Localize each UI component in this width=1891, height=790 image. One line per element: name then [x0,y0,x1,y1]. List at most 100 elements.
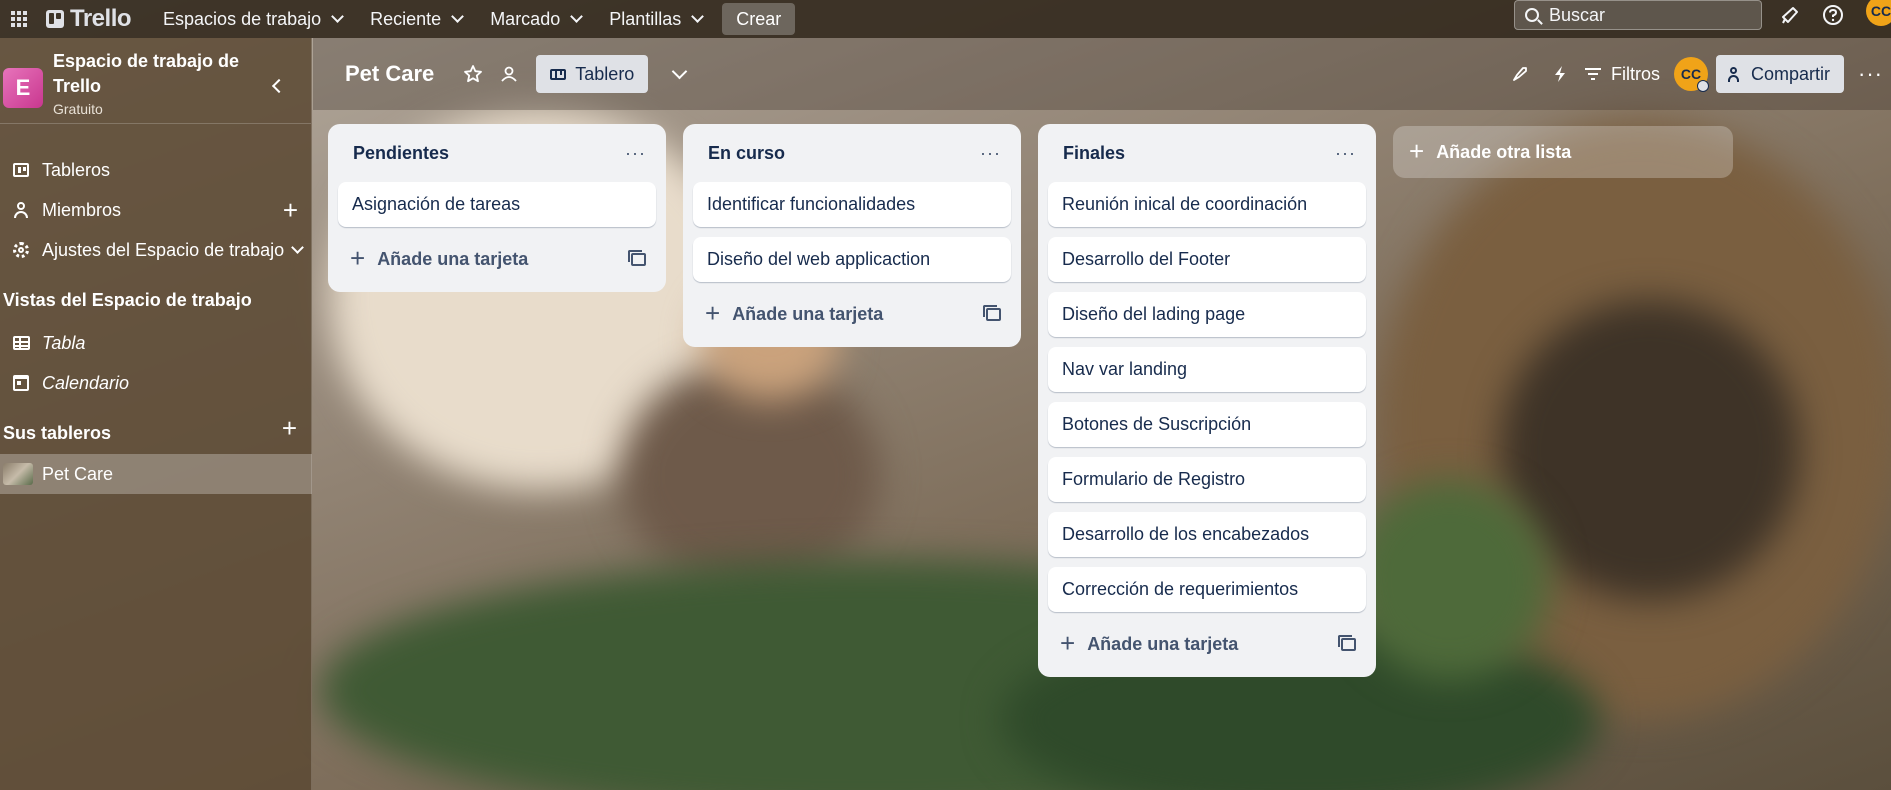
board-view-label: Tablero [575,63,635,84]
nav-templates[interactable]: Plantillas [595,3,716,35]
board-view-icon [550,68,567,80]
logo-text: Trello [70,5,132,32]
person-icon [13,202,29,218]
view-switcher-chevron-icon[interactable] [672,63,688,79]
workspace-name[interactable]: Espacio de trabajo de Trello [53,49,243,99]
board-menu-more-icon[interactable]: ··· [1858,61,1883,87]
sidebar-item-settings[interactable]: Ajustes del Espacio de trabajo [0,233,312,267]
card[interactable]: Identificar funcionalidades [693,182,1011,227]
gear-icon [13,242,29,258]
rocket-icon [1513,67,1527,81]
list-pendientes: Pendientes ··· Asignación de tareas + Añ… [328,124,666,292]
sidebar-item-label: Tabla [42,332,86,353]
filter-icon [1585,68,1601,80]
calendar-icon [13,375,29,391]
card[interactable]: Reunión inical de coordinación [1048,182,1366,227]
card-template-icon[interactable] [628,250,646,266]
sidebar-item-calendar-view[interactable]: Calendario [0,366,312,400]
share-label: Compartir [1751,63,1831,84]
card-template-icon[interactable] [1338,635,1356,651]
card[interactable]: Diseño del web applicaction [693,237,1011,282]
visibility-button[interactable] [492,57,526,91]
sidebar-item-members[interactable]: Miembros + [0,193,312,227]
chevron-down-icon [291,240,305,254]
list-title[interactable]: Pendientes [353,143,449,164]
nav-starred-label: Marcado [490,8,561,29]
star-board-button[interactable] [456,57,490,91]
nav-workspaces[interactable]: Espacios de trabajo [149,3,356,35]
sidebar-item-label: Ajustes del Espacio de trabajo [42,239,285,260]
trello-mark-icon [46,10,64,28]
card[interactable]: Desarrollo del Footer [1048,237,1366,282]
nav-workspaces-label: Espacios de trabajo [163,8,322,29]
grid-icon [11,11,27,27]
workspace-avatar[interactable]: E [3,68,43,108]
add-another-list-button[interactable]: + Añade otra lista [1393,126,1733,178]
nav-templates-label: Plantillas [609,8,682,29]
chevron-down-icon [691,10,705,23]
card[interactable]: Nav var landing [1048,347,1366,392]
account-avatar[interactable]: CC [1866,0,1891,26]
help-button[interactable] [1818,0,1848,30]
list-actions-more-icon[interactable]: ··· [625,143,646,164]
plus-icon: + [1409,135,1425,166]
add-card-row: + Añade una tarjeta [693,292,1011,337]
card[interactable]: Asignación de tareas [338,182,656,227]
add-card-button[interactable]: + Añade una tarjeta [705,298,884,328]
board-title[interactable]: Pet Care [345,61,434,87]
card[interactable]: Desarrollo de los encabezados [1048,512,1366,557]
nav-recent[interactable]: Reciente [356,3,476,35]
add-card-button[interactable]: + Añade una tarjeta [350,243,529,273]
power-ups-button[interactable] [1503,57,1537,91]
add-board-plus-icon[interactable]: + [282,413,297,444]
list-header[interactable]: Pendientes ··· [338,124,656,182]
board-thumbnail [3,463,33,485]
sidebar-item-table-view[interactable]: Tabla [0,326,312,360]
board-icon [13,163,29,177]
automation-button[interactable] [1543,57,1577,91]
workspace-plan: Gratuito [53,101,103,117]
add-member-plus-icon[interactable]: + [283,195,298,226]
add-card-label: Añade una tarjeta [1087,634,1239,654]
add-card-button[interactable]: + Añade una tarjeta [1060,628,1239,658]
sidebar-board-label: Pet Care [42,463,114,484]
star-icon [464,65,483,83]
list-actions-more-icon[interactable]: ··· [1335,143,1356,164]
card[interactable]: Corrección de requerimientos [1048,567,1366,612]
sidebar-board-pet-care[interactable]: Pet Care [0,454,312,494]
list-actions-more-icon[interactable]: ··· [980,143,1001,164]
create-button[interactable]: Crear [722,3,796,35]
nav-starred[interactable]: Marcado [476,3,595,35]
chevron-down-icon [331,10,345,23]
member-avatar[interactable]: CC [1674,57,1709,92]
list-header[interactable]: En curso ··· [693,124,1011,182]
plus-icon: + [705,298,721,328]
plus-icon: + [350,243,366,273]
add-card-label: Añade una tarjeta [732,304,884,324]
trello-logo[interactable]: Trello [46,5,132,33]
add-person-icon [1728,66,1743,82]
share-button[interactable]: Compartir [1716,55,1845,93]
plus-icon: + [1060,628,1076,658]
collapse-sidebar-button[interactable] [266,76,286,96]
chevron-left-icon [271,78,286,94]
notifications-button[interactable] [1775,0,1805,30]
add-card-label: Añade una tarjeta [377,249,529,269]
app-switcher-button[interactable] [0,0,38,38]
card-template-icon[interactable] [983,305,1001,321]
card[interactable]: Diseño del lading page [1048,292,1366,337]
sidebar-item-label: Miembros [42,199,122,220]
sidebar-item-boards[interactable]: Tableros [0,153,312,187]
board-header: Pet Care Tablero Filtros CC Compartir ··… [313,38,1891,110]
list-title[interactable]: Finales [1063,143,1125,164]
search-input[interactable]: Buscar [1514,0,1762,30]
card[interactable]: Formulario de Registro [1048,457,1366,502]
sidebar-item-label: Tableros [42,159,111,180]
card[interactable]: Botones de Suscripción [1048,402,1366,447]
filters-button[interactable]: Filtros [1585,64,1660,85]
add-card-row: + Añade una tarjeta [1048,622,1366,667]
megaphone-icon [1782,7,1798,24]
list-title[interactable]: En curso [708,143,785,164]
list-header[interactable]: Finales ··· [1048,124,1366,182]
board-view-button[interactable]: Tablero [536,55,649,93]
